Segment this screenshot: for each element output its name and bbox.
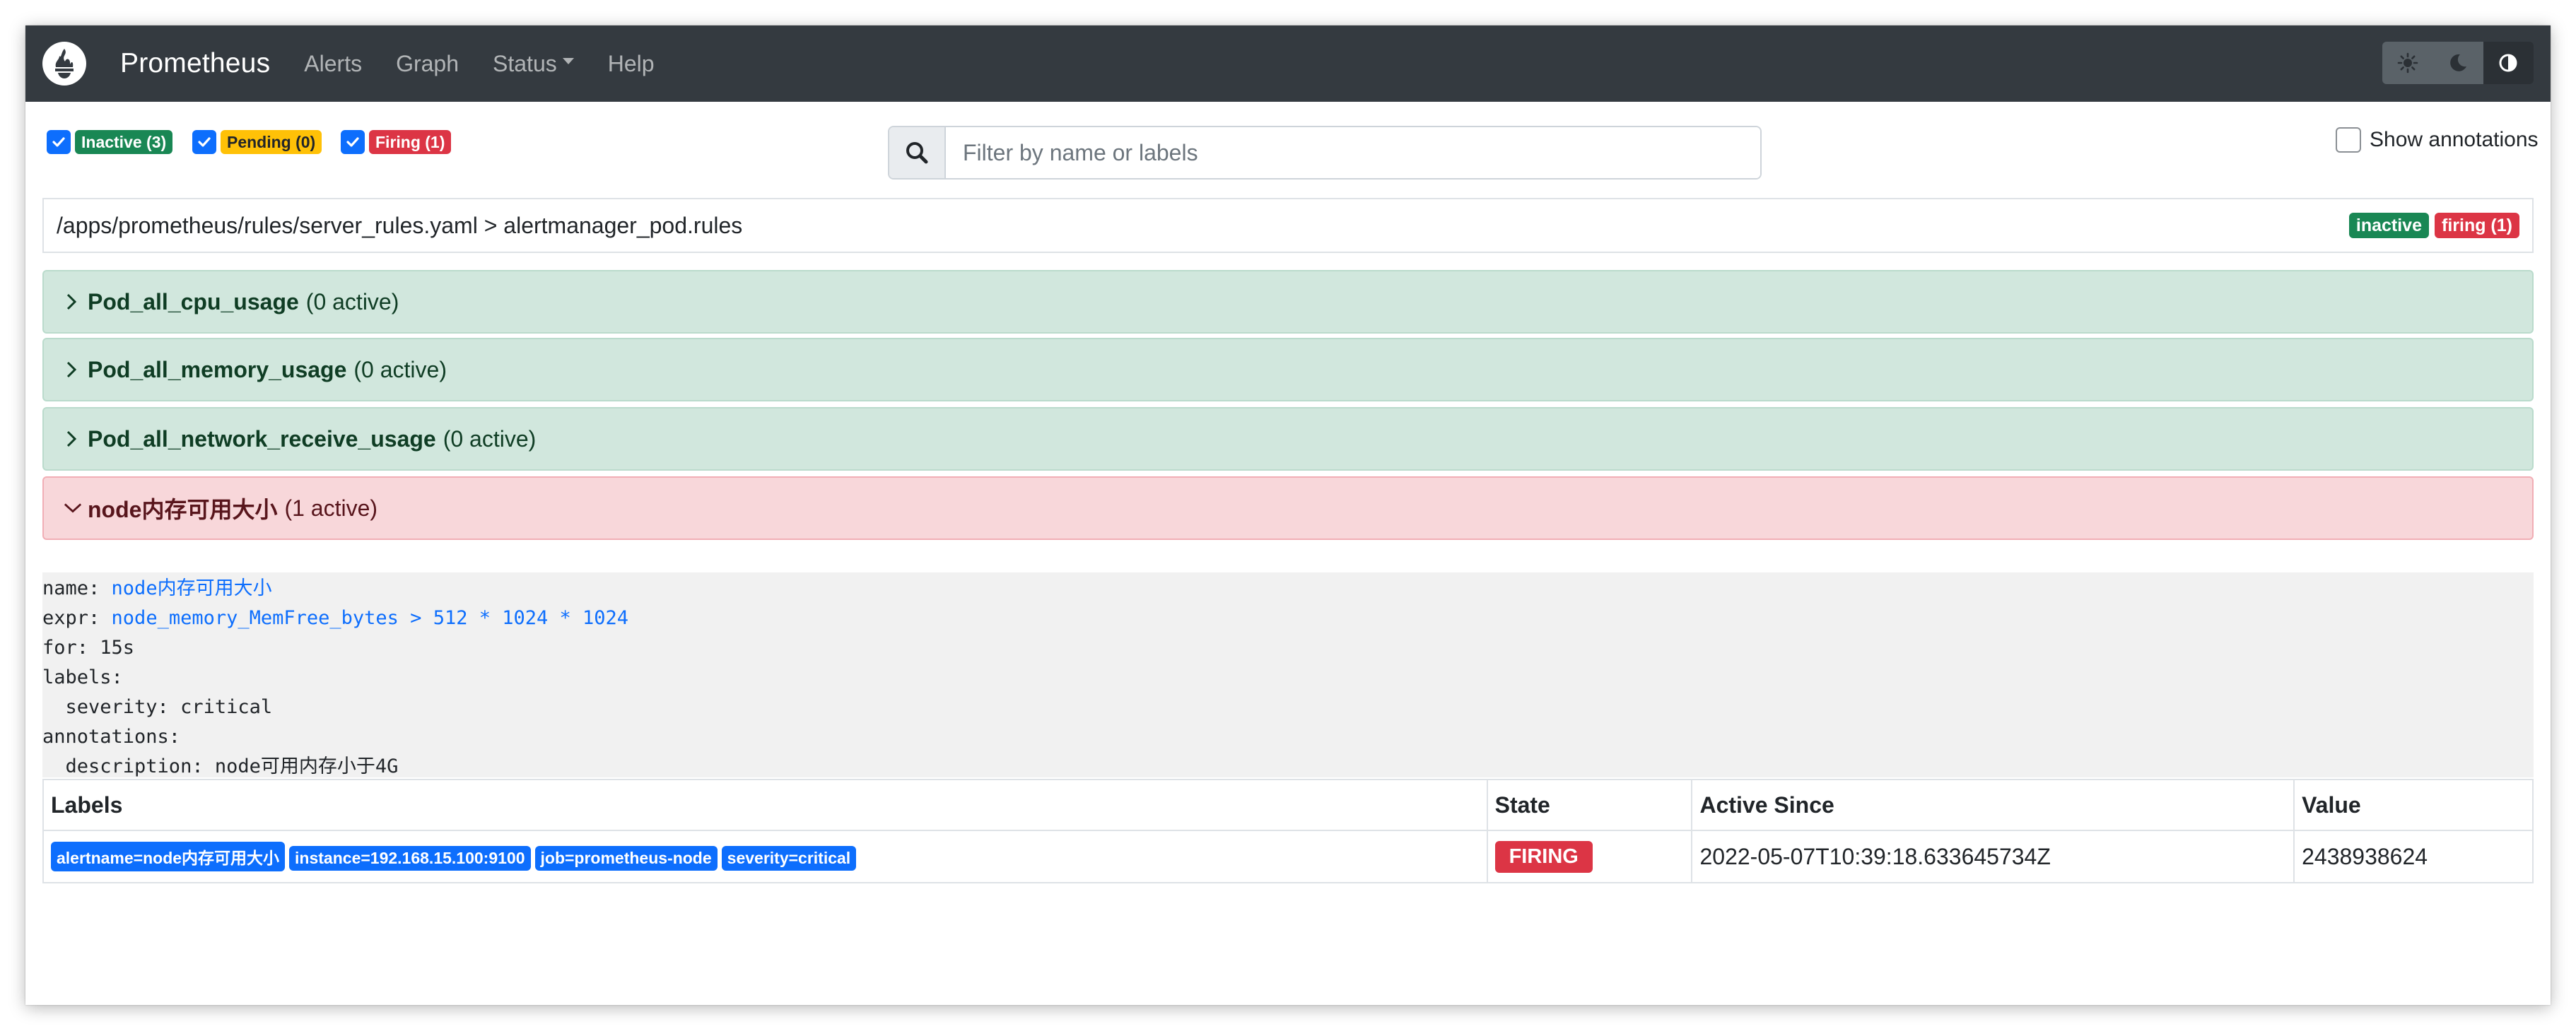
inactive-badge: inactive (2348, 213, 2429, 238)
yaml-key: name: (42, 577, 112, 599)
firing-badge: firing (1) (2435, 213, 2519, 238)
nav-alerts[interactable]: Alerts (304, 51, 362, 77)
col-state: State (1486, 779, 1693, 831)
search-icon-addon (889, 127, 946, 178)
rule-row[interactable]: Pod_all_cpu_usage (0 active) (42, 270, 2534, 334)
rule-active-count: (1 active) (284, 495, 378, 521)
check-icon (52, 137, 65, 147)
chevron-right-icon (64, 430, 82, 448)
rule-definition: name: node内存可用大小 expr: node_memory_MemFr… (42, 572, 2534, 777)
nav-status-label: Status (493, 50, 557, 76)
show-annotations-checkbox[interactable] (2336, 127, 2361, 153)
rule-group-title: /apps/prometheus/rules/server_rules.yaml… (57, 212, 743, 238)
rule-active-count: (0 active) (443, 425, 537, 452)
chevron-right-icon (64, 293, 82, 311)
col-labels: Labels (42, 779, 1488, 831)
show-annotations-label[interactable]: Show annotations (2370, 127, 2539, 153)
rule-active-count: (0 active) (353, 356, 447, 382)
rule-name: node内存可用大小 (88, 497, 278, 522)
inactive-checkbox[interactable] (47, 130, 71, 154)
search-icon (906, 142, 928, 164)
yaml-key: expr: (42, 607, 112, 629)
app-window: Prometheus Alerts Graph Status Help Inac… (25, 25, 2551, 1005)
rule-name: Pod_all_network_receive_usage (88, 425, 436, 452)
label-badge: severity=critical (721, 846, 857, 871)
rule-row[interactable]: Pod_all_network_receive_usage (0 active) (42, 407, 2534, 471)
table-header-row: Labels State Active Since Value (42, 779, 2534, 831)
theme-toggle-group (2382, 42, 2534, 84)
label-badge: alertname=node内存可用大小 (51, 842, 286, 871)
rule-name-link[interactable]: node内存可用大小 (112, 577, 272, 599)
rule-name: Pod_all_memory_usage (88, 356, 347, 382)
nav-status[interactable]: Status (493, 51, 574, 77)
alerts-table: Labels State Active Since Value alertnam… (42, 779, 2534, 883)
caret-down-icon (562, 57, 574, 64)
nav-graph[interactable]: Graph (396, 51, 459, 77)
rule-group-badges: inactive firing (1) (2348, 213, 2519, 238)
dark-theme-button[interactable] (2432, 42, 2483, 84)
check-icon (198, 137, 211, 147)
table-row: alertname=node内存可用大小 instance=192.168.15.… (42, 830, 2534, 883)
col-value: Value (2293, 779, 2534, 831)
rule-for-line: for: 15s (42, 637, 135, 659)
firing-filter-badge[interactable]: Firing (1) (369, 130, 452, 154)
nav-help[interactable]: Help (608, 51, 655, 77)
navbar: Prometheus Alerts Graph Status Help (25, 25, 2551, 102)
auto-theme-button[interactable] (2483, 42, 2534, 84)
rule-name-line: name: node内存可用大小 (42, 574, 2534, 604)
search-input[interactable] (946, 127, 1760, 178)
rule-description-line: description: node可用内存小于4G (42, 755, 399, 777)
brand-link[interactable]: Prometheus (120, 48, 270, 79)
pending-filter-badge[interactable]: Pending (0) (221, 130, 322, 154)
prometheus-logo-icon[interactable] (42, 42, 86, 86)
light-theme-button[interactable] (2382, 42, 2433, 84)
check-icon (346, 137, 359, 147)
state-cell: FIRING (1486, 830, 1693, 883)
inactive-filter-badge[interactable]: Inactive (3) (75, 130, 173, 154)
rule-expr-line: expr: node_memory_MemFree_bytes > 512 * … (42, 604, 2534, 633)
contrast-icon (2499, 54, 2517, 72)
search-group (888, 126, 1762, 180)
active-since-cell: 2022-05-07T10:39:18.633645734Z (1691, 830, 2295, 883)
moon-icon (2450, 54, 2466, 71)
rule-labels-line: labels: (42, 666, 123, 688)
value-cell: 2438938624 (2293, 830, 2534, 883)
chevron-right-icon (64, 360, 82, 379)
chevron-down-icon (64, 499, 82, 517)
rule-name: Pod_all_cpu_usage (88, 288, 299, 314)
rule-severity-line: severity: critical (42, 696, 273, 718)
pending-checkbox[interactable] (192, 130, 216, 154)
label-badge: job=prometheus-node (534, 846, 718, 871)
rule-active-count: (0 active) (305, 288, 399, 314)
rule-group-header: /apps/prometheus/rules/server_rules.yaml… (42, 198, 2534, 253)
rule-annotations-line: annotations: (42, 726, 181, 748)
rule-row-expanded[interactable]: node内存可用大小 (1 active) (42, 476, 2534, 540)
rule-expr-link[interactable]: node_memory_MemFree_bytes > 512 * 1024 *… (112, 607, 629, 629)
labels-cell: alertname=node内存可用大小 instance=192.168.15.… (42, 830, 1488, 883)
col-active-since: Active Since (1691, 779, 2295, 831)
rule-row[interactable]: Pod_all_memory_usage (0 active) (42, 338, 2534, 401)
label-badge: instance=192.168.15.100:9100 (289, 846, 531, 871)
firing-checkbox[interactable] (341, 130, 365, 154)
firing-state-badge: FIRING (1494, 840, 1593, 873)
sun-icon (2397, 52, 2418, 74)
